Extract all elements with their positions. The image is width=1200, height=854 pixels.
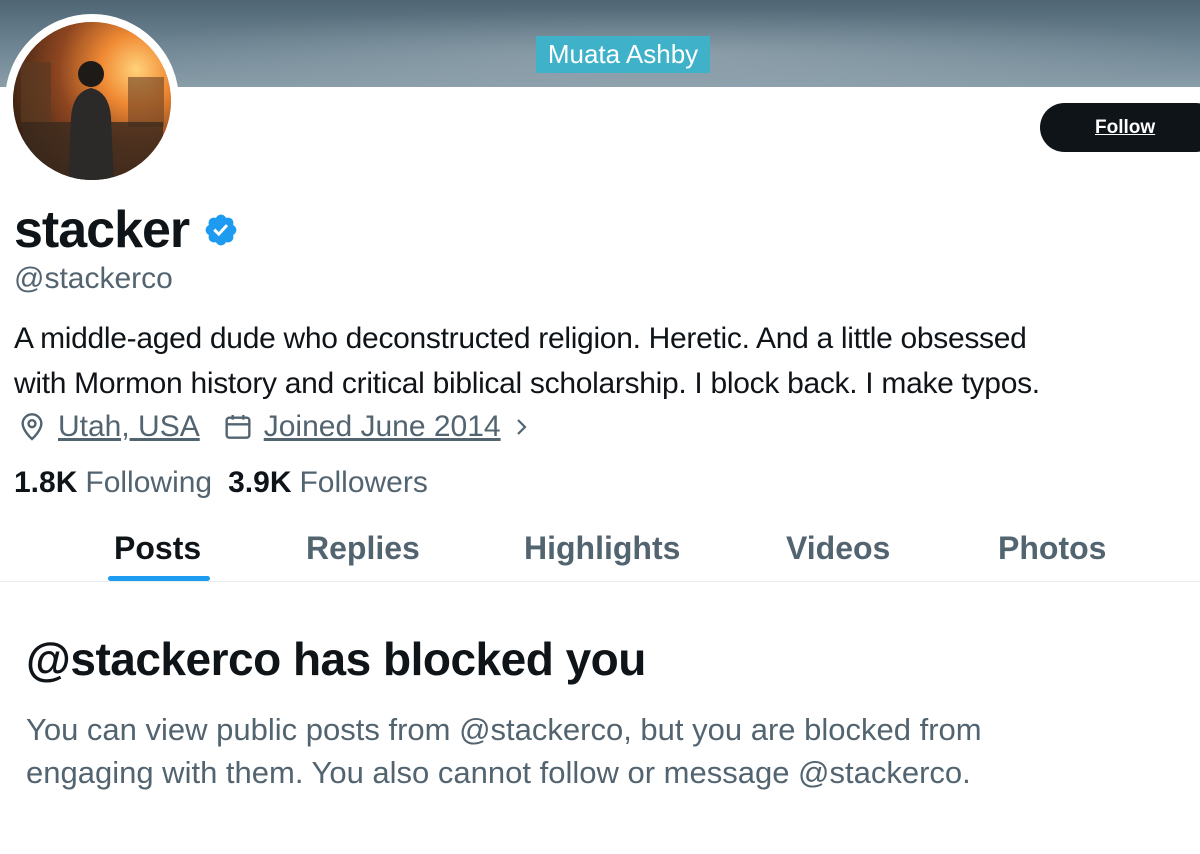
avatar-illustration (13, 22, 171, 180)
blocked-description-line: You can view public posts from @stackerc… (26, 712, 982, 747)
location-item: Utah, USA (16, 410, 200, 444)
banner-caption: Muata Ashby (536, 36, 710, 73)
followers-label[interactable]: Followers (299, 466, 427, 500)
profile-handle: @stackerco (14, 262, 173, 295)
profile-bio: A middle-aged dude who deconstructed rel… (14, 316, 1194, 406)
follow-stats: 1.8K Following 3.9K Followers (14, 466, 444, 500)
display-name: stacker (14, 201, 190, 259)
profile-meta: Utah, USA Joined June 2014 (16, 410, 555, 444)
verified-badge-icon[interactable] (203, 212, 239, 248)
blocked-description: You can view public posts from @stackerc… (26, 708, 1126, 794)
tab-posts[interactable]: Posts (114, 530, 201, 567)
avatar[interactable] (5, 14, 179, 188)
tab-replies[interactable]: Replies (306, 530, 420, 567)
profile-name-row: stacker (14, 200, 239, 260)
joined-item: Joined June 2014 (222, 410, 533, 444)
following-count[interactable]: 1.8K (14, 466, 77, 500)
follow-button[interactable]: Follow (1040, 103, 1200, 152)
active-tab-indicator (108, 576, 210, 581)
blocked-description-line: engaging with them. You also cannot foll… (26, 755, 971, 790)
bio-line: A middle-aged dude who deconstructed rel… (14, 322, 1027, 355)
location-pin-icon (21, 413, 43, 441)
calendar-icon (225, 415, 251, 439)
location-link[interactable]: Utah, USA (58, 410, 200, 444)
tab-photos[interactable]: Photos (998, 530, 1106, 567)
bio-line: with Mormon history and critical biblica… (14, 367, 1040, 400)
tab-videos[interactable]: Videos (786, 530, 890, 567)
chevron-right-icon[interactable] (509, 415, 533, 439)
profile-banner[interactable]: Muata Ashby (0, 0, 1200, 87)
avatar-image (13, 22, 171, 180)
tab-highlights[interactable]: Highlights (524, 530, 680, 567)
followers-count[interactable]: 3.9K (228, 466, 291, 500)
following-label[interactable]: Following (85, 466, 212, 500)
profile-tabs: Posts Replies Highlights Videos Photos (0, 520, 1200, 582)
joined-date-link[interactable]: Joined June 2014 (264, 410, 501, 444)
blocked-title: @stackerco has blocked you (26, 633, 646, 685)
